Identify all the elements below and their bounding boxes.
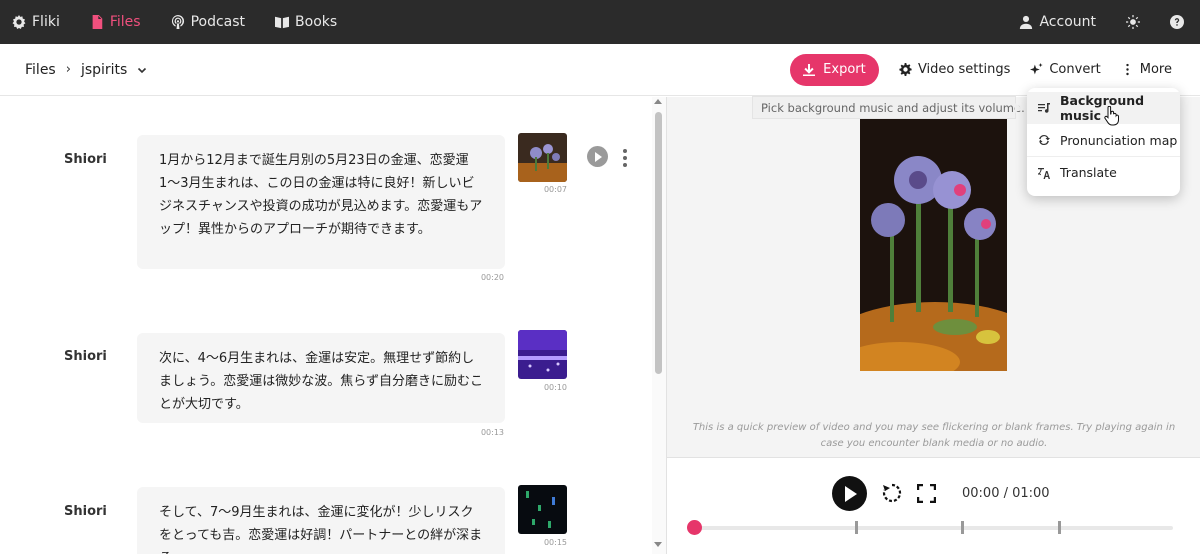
nav-item-files[interactable]: Files [90, 0, 141, 44]
menu-item-label: Translate [1060, 165, 1117, 180]
tooltip: Pick background music and adjust its vol… [752, 96, 1025, 119]
gear-logo-icon [12, 15, 26, 29]
scene-text[interactable]: 1月から12月まで誕生月別の5月23日の金運、恋愛運 1〜3月生まれは、この日の… [137, 135, 521, 269]
top-nav: Fliki Files Podcast Books Account [0, 0, 1200, 44]
menu-item-pronunciation-map[interactable]: Pronunciation map [1027, 124, 1180, 156]
menu-item-label: Pronunciation map [1060, 132, 1178, 148]
thumbnail-time: 00:07 [543, 185, 567, 194]
speaker-name[interactable]: Shiori [64, 504, 107, 519]
purple-thumb-image [518, 330, 567, 379]
nav-item-label: Books [295, 14, 338, 30]
play-button[interactable] [832, 476, 867, 511]
nav-right: Account [1019, 0, 1184, 44]
podcast-icon [171, 15, 184, 29]
more-vertical-icon [1126, 63, 1129, 76]
thumbnail-time: 00:10 [543, 383, 567, 392]
scroll-down-arrow-icon[interactable] [654, 542, 662, 547]
file-icon [92, 15, 103, 29]
speaker-name[interactable]: Shiori [64, 152, 107, 167]
breadcrumb-separator: › [65, 62, 71, 77]
convert-button[interactable]: Convert [1030, 62, 1101, 77]
nav-left: Fliki Files Podcast Books [12, 0, 337, 44]
scene-thumbnail[interactable] [518, 133, 567, 182]
timeline-track[interactable] [694, 526, 1173, 530]
scene-duration: 00:20 [480, 273, 504, 282]
book-icon [275, 16, 290, 29]
scene-menu-icon[interactable] [622, 149, 628, 167]
dark-thumb-image [518, 485, 567, 534]
video-settings-label: Video settings [917, 62, 1011, 77]
scene-text[interactable]: そして、7〜9月生まれは、金運に変化が！少しリスクをとっても吉。恋愛運は好調！パ… [137, 487, 505, 554]
export-button[interactable]: Export [789, 53, 879, 86]
breadcrumb-current[interactable]: jspirits [81, 62, 127, 78]
export-label: Export [823, 62, 866, 77]
scene-thumbnail[interactable] [518, 485, 567, 534]
flower-thumb-image [518, 133, 567, 182]
play-scene-button[interactable] [587, 146, 608, 167]
sun-icon [1126, 15, 1140, 29]
nav-item-label: Podcast [190, 14, 246, 30]
nav-item-podcast[interactable]: Podcast [171, 0, 245, 44]
more-label: More [1139, 62, 1172, 77]
timeline-knob[interactable] [687, 520, 702, 535]
breadcrumb-root[interactable]: Files [25, 62, 56, 78]
timeline-marker [961, 521, 964, 534]
music-list-icon [1038, 103, 1050, 113]
gear-icon [899, 63, 912, 76]
nav-brand[interactable]: Fliki [12, 0, 60, 44]
help-button[interactable] [1170, 0, 1184, 44]
help-icon [1170, 15, 1184, 29]
scroll-up-arrow-icon[interactable] [654, 99, 662, 104]
scene-text[interactable]: 次に、4〜6月生まれは、金運は安定。無理せず節約しましょう。恋愛運は微妙な波。焦… [137, 333, 505, 423]
video-settings-button[interactable]: Video settings [899, 62, 1010, 77]
flower-video-image [860, 112, 1007, 371]
account-label: Account [1039, 14, 1096, 30]
sparkle-icon [1030, 63, 1043, 75]
hand-cursor-icon [1104, 106, 1119, 126]
more-dropdown-menu: Background music Pronunciation map Trans… [1027, 88, 1180, 196]
more-button[interactable]: More [1121, 62, 1172, 77]
timeline-marker [1058, 521, 1061, 534]
refresh-icon [1039, 134, 1050, 146]
scene-editor: Shiori 1月から12月まで誕生月別の5月23日の金運、恋愛運 1〜3月生ま… [0, 97, 666, 554]
breadcrumb: Files › jspirits [25, 62, 147, 78]
editor-scrollbar-thumb[interactable] [655, 112, 662, 374]
player-controls [666, 457, 1200, 554]
user-icon [1020, 15, 1033, 29]
theme-toggle-button[interactable] [1126, 0, 1140, 44]
brand-label: Fliki [32, 14, 60, 30]
speaker-name[interactable]: Shiori [64, 349, 107, 364]
nav-item-label: Files [109, 14, 141, 30]
nav-item-books[interactable]: Books [275, 0, 337, 44]
replay-icon[interactable] [881, 482, 903, 504]
preview-disclaimer: This is a quick preview of video and you… [692, 422, 1176, 449]
timecode: 00:00 / 01:00 [962, 486, 1050, 501]
timeline-marker [855, 521, 858, 534]
fullscreen-icon[interactable] [917, 484, 936, 503]
menu-item-label: Background music [1060, 93, 1145, 123]
account-button[interactable]: Account [1019, 0, 1096, 44]
scene-duration: 00:13 [480, 428, 504, 437]
video-frame[interactable] [860, 112, 1007, 371]
scene-thumbnail[interactable] [518, 330, 567, 379]
chevron-down-icon[interactable] [137, 65, 147, 75]
toolbar-actions: Export Video settings Convert More [789, 53, 1172, 86]
download-icon [803, 63, 816, 76]
menu-item-translate[interactable]: Translate [1027, 156, 1180, 188]
project-toolbar: Files › jspirits Export Video settings C… [0, 44, 1200, 96]
thumbnail-time: 00:15 [543, 538, 567, 547]
translate-icon [1038, 167, 1050, 179]
convert-label: Convert [1049, 62, 1101, 77]
